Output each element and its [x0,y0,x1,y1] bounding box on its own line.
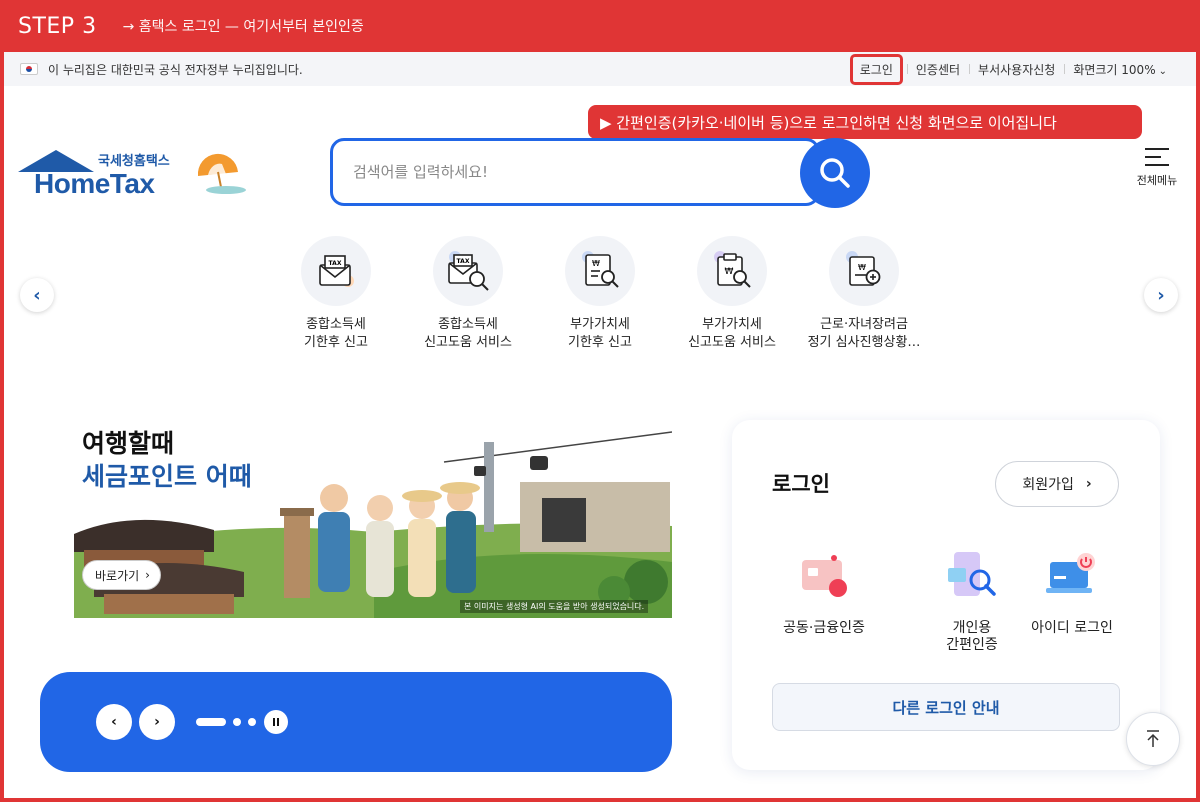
step-header: STEP 3 → 홈택스 로그인 — 여기서부터 본인인증 [0,0,1200,52]
zoom-selector[interactable]: 화면크기 100% ⌄ [1064,61,1176,78]
banner-title-line2: 세금포인트 어때 [82,462,252,491]
quick-menu-label-line2: 신고도움 서비스 [688,335,776,350]
promo-banner[interactable]: 여행할때 세금포인트 어때 바로가기 › 본 이미지는 생성형 AI의 도움을 … [74,422,672,618]
search-box [330,138,820,206]
login-option-label: 아이디 로그인 [1031,620,1113,636]
cert-center-link[interactable]: 인증센터 [906,61,969,78]
quick-menu-label-line2: 신고도움 서비스 [424,335,512,350]
hometax-page: 이 누리집은 대한민국 공식 전자정부 누리집입니다. 로그인 인증센터 부서사… [4,52,1196,798]
banner-go-button[interactable]: 바로가기 › [82,560,161,590]
full-menu-button[interactable]: 전체메뉴 [1124,148,1190,198]
korea-flag-icon [20,63,38,75]
logo-subtitle: 국세청홈택스 [98,154,170,169]
search-input[interactable] [353,155,773,189]
gov-notice-text: 이 누리집은 대한민국 공식 전자정부 누리집입니다. [48,62,303,77]
zoom-label: 화면크기 100% [1073,62,1156,77]
quick-menu-label-line1: 종합소득세 [306,317,366,332]
step-label: STEP 3 [18,13,97,39]
slider-dot[interactable] [248,718,256,726]
quick-menu-label-line1: 근로·자녀장려금 [820,317,908,332]
login-title: 로그인 [772,472,830,496]
quick-menu-label-line1: 부가가치세 [702,317,762,332]
chevron-right-icon: › [1085,476,1092,492]
id-login[interactable]: 아이디 로그인 [1012,548,1132,637]
beach-umbrella-icon [197,153,246,194]
hometax-logo[interactable]: 국세청홈택스 HomeTax [18,146,248,206]
document-plus-icon: ₩ [829,236,899,306]
slider-next-button[interactable]: › [139,704,175,740]
full-menu-label: 전체메뉴 [1136,174,1178,187]
login-panel: 로그인 회원가입 › 공동·금융인증 개인용 간편인증 아이디 로그인 다른 로… [732,420,1160,770]
quick-menu-label-line1: 종합소득세 [438,317,498,332]
quick-menu-item[interactable]: ₩ 부가가치세 신고도움 서비스 [662,236,802,352]
certificate-card-icon [794,548,854,608]
tax-search-icon: TAX [433,236,503,306]
svg-text:₩: ₩ [725,267,734,277]
banner-slider-controls: ‹ › [40,672,672,772]
chevron-right-icon: › [145,568,150,582]
banner-title-line1: 여행할때 [82,429,175,458]
quick-menu-label-line1: 부가가치세 [570,317,630,332]
quick-menu-item[interactable]: ₩ 부가가치세 기한후 신고 [530,236,670,352]
document-search-icon: ₩ [565,236,635,306]
svg-text:TAX: TAX [457,258,470,265]
quick-menu-next-button[interactable]: › [1144,278,1178,312]
search-icon [820,158,850,188]
utility-links: 로그인 인증센터 부서사용자신청 화면크기 100% ⌄ [849,52,1176,86]
quick-menu-prev-button[interactable]: ‹ [20,278,54,312]
quick-menu-label-line2: 기한후 신고 [568,335,632,350]
arrow-up-icon [1147,730,1159,747]
top-login-link[interactable]: 로그인 [849,53,903,85]
chevron-left-icon: ‹ [33,284,41,306]
chevron-down-icon: ⌄ [1158,65,1167,77]
login-option-label-line2: 간편인증 [946,637,998,653]
banner-go-label: 바로가기 [95,568,140,583]
signup-button[interactable]: 회원가입 › [995,461,1119,507]
signup-label: 회원가입 [1022,477,1074,493]
won-clipboard-search-icon: ₩ [697,236,767,306]
gov-notice-bar: 이 누리집은 대한민국 공식 전자정부 누리집입니다. 로그인 인증센터 부서사… [4,52,1196,86]
laptop-power-icon [1042,548,1102,608]
chevron-right-icon: › [1157,284,1165,306]
login-option-label: 공동·금융인증 [783,620,865,636]
quick-menu-item[interactable]: TAX 종합소득세 신고도움 서비스 [398,236,538,352]
hamburger-icon [1145,148,1169,166]
logo-title: HomeTax [34,168,155,199]
search-button[interactable] [800,138,870,208]
chevron-right-icon: › [154,714,160,730]
joint-financial-cert-login[interactable]: 공동·금융인증 [764,548,884,637]
slider-pause-button[interactable] [264,710,288,734]
slider-dot[interactable] [233,718,241,726]
scroll-top-button[interactable] [1126,712,1180,766]
other-login-guide-button[interactable]: 다른 로그인 안내 [772,683,1120,731]
quick-menu-label-line2: 정기 심사진행상황… [807,335,921,350]
svg-text:₩: ₩ [858,263,866,272]
slider-dot-active[interactable] [196,718,226,726]
quick-menu-item[interactable]: ₩ 근로·자녀장려금 정기 심사진행상황… [794,236,934,352]
step-description: → 홈택스 로그인 — 여기서부터 본인인증 [122,19,364,35]
guide-callout: ▶ 간편인증(카카오·네이버 등)으로 로그인하면 신청 화면으로 이어집니다 [588,105,1142,139]
svg-text:TAX: TAX [329,260,342,267]
tax-envelope-icon: TAX [301,236,371,306]
svg-text:₩: ₩ [592,259,600,268]
slider-prev-button[interactable]: ‹ [96,704,132,740]
chevron-left-icon: ‹ [111,714,117,730]
dept-user-link[interactable]: 부서사용자신청 [969,61,1064,78]
quick-menu-item[interactable]: TAX 종합소득세 기한후 신고 [266,236,406,352]
simple-auth-phone-icon [942,548,1002,608]
quick-menu-label-line2: 기한후 신고 [304,335,368,350]
ai-image-notice: 본 이미지는 생성형 AI의 도움을 받아 생성되었습니다. [460,600,649,613]
